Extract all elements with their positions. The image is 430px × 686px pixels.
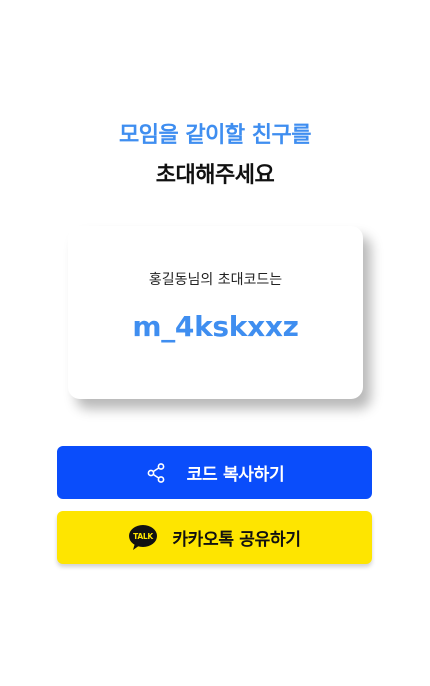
- kakao-share-button[interactable]: TALK 카카오톡 공유하기: [57, 511, 372, 564]
- copy-code-label: 코드 복사하기: [186, 465, 285, 485]
- invite-code-caption: 홍길동님의 초대코드는: [148, 272, 283, 288]
- invite-heading-accent: 모임을 같이할 친구를: [119, 123, 311, 148]
- share-icon: [145, 462, 167, 484]
- kakaotalk-icon: TALK: [128, 524, 158, 552]
- invite-page: 모임을 같이할 친구를 초대해주세요 홍길동님의 초대코드는 m_4kskxxz…: [0, 0, 430, 686]
- kakao-share-label: 카카오톡 공유하기: [172, 530, 301, 550]
- copy-code-button[interactable]: 코드 복사하기: [57, 446, 372, 499]
- invite-heading-main: 초대해주세요: [155, 163, 275, 188]
- svg-text:TALK: TALK: [133, 532, 154, 541]
- invite-code-value: m_4kskxxz: [132, 310, 299, 343]
- invite-code-card: 홍길동님의 초대코드는 m_4kskxxz: [68, 226, 363, 399]
